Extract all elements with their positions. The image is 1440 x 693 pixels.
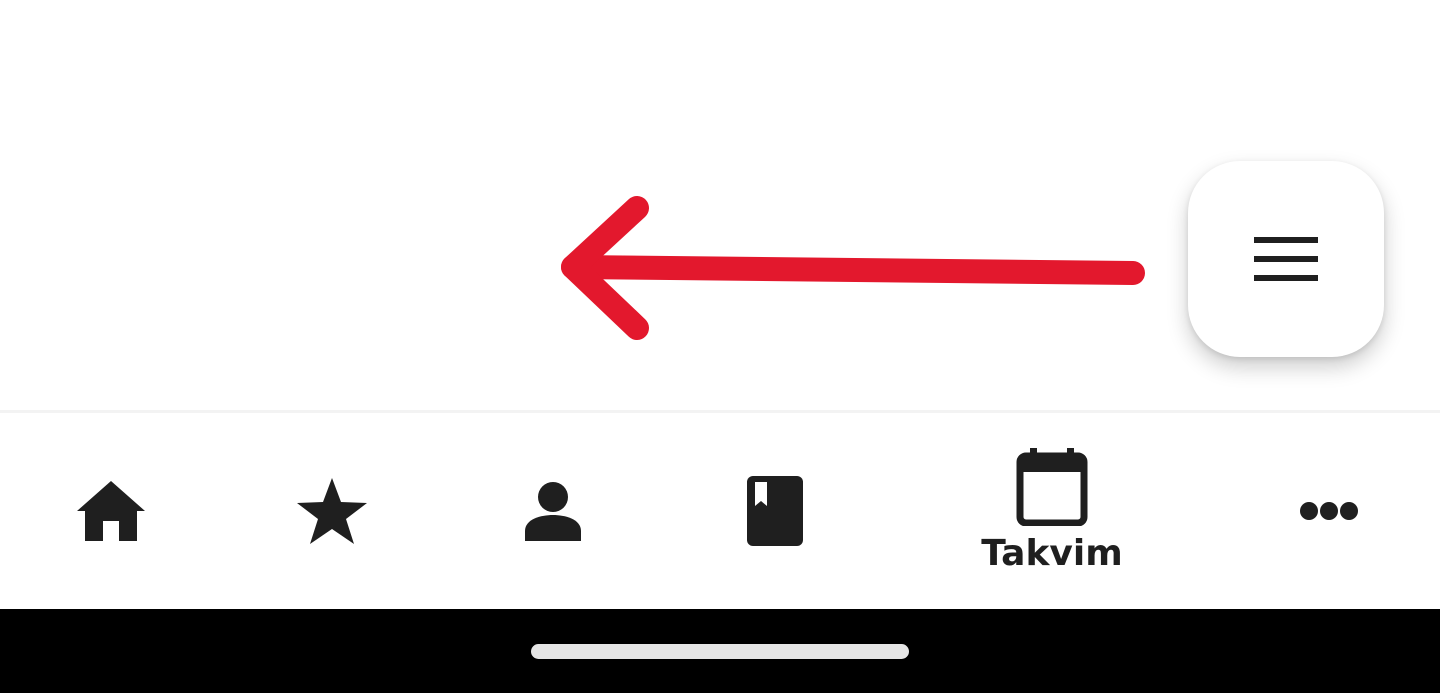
- home-indicator[interactable]: [531, 644, 909, 659]
- system-navigation-bar: [0, 609, 1440, 693]
- home-icon: [77, 481, 145, 541]
- app-screen: Takvim: [0, 0, 1440, 693]
- person-icon: [525, 482, 581, 541]
- content-area: [0, 0, 1440, 410]
- book-bookmark-icon: [747, 476, 803, 546]
- nav-item-profile[interactable]: [493, 413, 613, 609]
- left-arrow-annotation: [561, 196, 1145, 340]
- menu-fab-button[interactable]: [1188, 161, 1384, 357]
- bottom-navigation-bar: Takvim: [0, 413, 1440, 609]
- calendar-icon: [1016, 448, 1088, 526]
- more-dots-icon: [1300, 502, 1358, 520]
- nav-item-calendar[interactable]: Takvim: [952, 413, 1152, 609]
- nav-item-home[interactable]: [51, 413, 171, 609]
- nav-label-calendar: Takvim: [981, 533, 1123, 574]
- star-icon: [297, 478, 367, 544]
- hamburger-menu-icon: [1254, 237, 1318, 281]
- nav-item-favorites[interactable]: [272, 413, 392, 609]
- nav-item-book[interactable]: [715, 413, 835, 609]
- nav-item-more[interactable]: [1269, 413, 1389, 609]
